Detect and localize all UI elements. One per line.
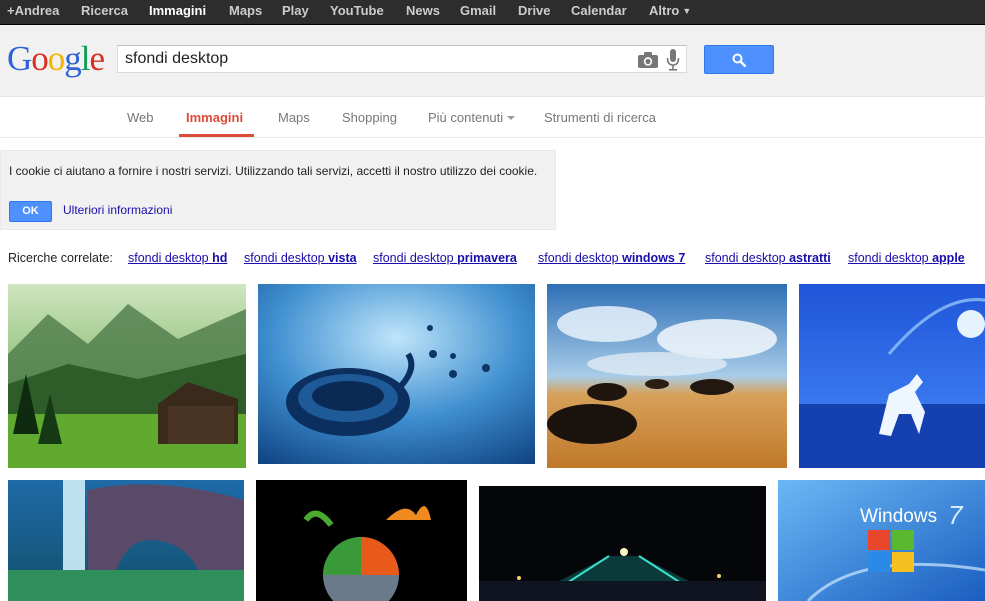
search-icon bbox=[732, 53, 746, 67]
tab-shopping[interactable]: Shopping bbox=[342, 110, 397, 125]
image-result-night-bridge[interactable] bbox=[479, 486, 766, 601]
camera-icon[interactable] bbox=[638, 52, 658, 68]
topbar-item-calendar[interactable]: Calendar bbox=[571, 3, 627, 18]
tab-immagini[interactable]: Immagini bbox=[186, 110, 243, 125]
logo-letter: G bbox=[7, 39, 32, 78]
related-keyword: windows 7 bbox=[622, 251, 686, 265]
related-keyword: vista bbox=[328, 251, 357, 265]
cookie-more-info-link[interactable]: Ulteriori informazioni bbox=[63, 203, 172, 217]
image-result-waterfall-arch[interactable] bbox=[8, 480, 244, 601]
svg-text:7: 7 bbox=[948, 500, 964, 530]
image-result-mountain-cabin[interactable] bbox=[8, 284, 246, 468]
related-search-link[interactable]: sfondi desktop astratti bbox=[705, 251, 831, 265]
logo-letter: g bbox=[64, 39, 81, 78]
related-prefix: sfondi desktop bbox=[705, 251, 790, 265]
topbar-item-andrea[interactable]: +Andrea bbox=[7, 3, 59, 18]
search-type-tabs: Web Immagini Maps Shopping Più contenuti… bbox=[0, 97, 985, 138]
search-input[interactable] bbox=[125, 49, 625, 69]
image-result-beach-rocks[interactable] bbox=[547, 284, 787, 468]
tab-maps[interactable]: Maps bbox=[278, 110, 310, 125]
google-logo[interactable]: Google bbox=[7, 39, 106, 78]
tab-web[interactable]: Web bbox=[127, 110, 154, 125]
topbar-item-immagini[interactable]: Immagini bbox=[149, 3, 206, 18]
topbar-item-drive[interactable]: Drive bbox=[518, 3, 551, 18]
microphone-icon[interactable] bbox=[666, 49, 680, 71]
image-result-elements-globe[interactable] bbox=[256, 480, 467, 601]
topbar-item-maps[interactable]: Maps bbox=[229, 3, 262, 18]
search-header: Google bbox=[0, 25, 985, 97]
search-button[interactable] bbox=[704, 45, 774, 74]
topbar-item-altro-label: Altro bbox=[649, 3, 680, 18]
related-prefix: sfondi desktop bbox=[373, 251, 458, 265]
topbar-item-news[interactable]: News bbox=[406, 3, 440, 18]
related-prefix: sfondi desktop bbox=[128, 251, 213, 265]
logo-letter: l bbox=[80, 39, 91, 78]
related-keyword: astratti bbox=[789, 251, 831, 265]
logo-letter: e bbox=[89, 39, 106, 78]
caret-down-icon: ▼ bbox=[682, 6, 692, 16]
related-keyword: apple bbox=[932, 251, 965, 265]
related-prefix: sfondi desktop bbox=[538, 251, 623, 265]
related-prefix: sfondi desktop bbox=[848, 251, 933, 265]
related-search-link[interactable]: sfondi desktop hd bbox=[128, 251, 227, 265]
related-keyword: primavera bbox=[457, 251, 517, 265]
topbar-item-youtube[interactable]: YouTube bbox=[330, 3, 384, 18]
search-box bbox=[117, 45, 687, 73]
logo-letter: o bbox=[31, 39, 48, 78]
related-search-link[interactable]: sfondi desktop vista bbox=[244, 251, 357, 265]
topbar-item-altro[interactable]: Altro ▼ bbox=[649, 3, 691, 18]
dropdown-arrow-icon bbox=[507, 116, 516, 120]
image-result-windows7[interactable]: Windows 7 bbox=[778, 480, 985, 601]
cookie-message: I cookie ci aiutano a fornire i nostri s… bbox=[9, 164, 538, 178]
topbar-item-gmail[interactable]: Gmail bbox=[460, 3, 496, 18]
related-prefix: sfondi desktop bbox=[244, 251, 329, 265]
related-search-link[interactable]: sfondi desktop primavera bbox=[373, 251, 517, 265]
tab-piu-contenuti[interactable]: Più contenuti bbox=[428, 110, 516, 125]
related-search-link[interactable]: sfondi desktop windows 7 bbox=[538, 251, 685, 265]
top-navigation-bar: +Andrea Ricerca Immagini Maps Play YouTu… bbox=[0, 0, 985, 25]
related-search-link[interactable]: sfondi desktop apple bbox=[848, 251, 965, 265]
topbar-item-play[interactable]: Play bbox=[282, 3, 309, 18]
active-tab-indicator bbox=[179, 134, 254, 137]
tab-piu-contenuti-label: Più contenuti bbox=[428, 110, 504, 125]
image-result-horse-moon[interactable] bbox=[799, 284, 985, 468]
related-searches-label: Ricerche correlate: bbox=[8, 251, 113, 265]
topbar-item-ricerca[interactable]: Ricerca bbox=[81, 3, 128, 18]
windows-thumb-text: Windows bbox=[860, 506, 937, 527]
tab-strumenti-di-ricerca[interactable]: Strumenti di ricerca bbox=[544, 110, 656, 125]
cookie-notice: I cookie ci aiutano a fornire i nostri s… bbox=[0, 150, 556, 230]
image-result-water-drop[interactable] bbox=[258, 284, 535, 464]
related-keyword: hd bbox=[212, 251, 228, 265]
cookie-ok-button[interactable]: OK bbox=[9, 201, 52, 222]
logo-letter: o bbox=[47, 39, 65, 78]
